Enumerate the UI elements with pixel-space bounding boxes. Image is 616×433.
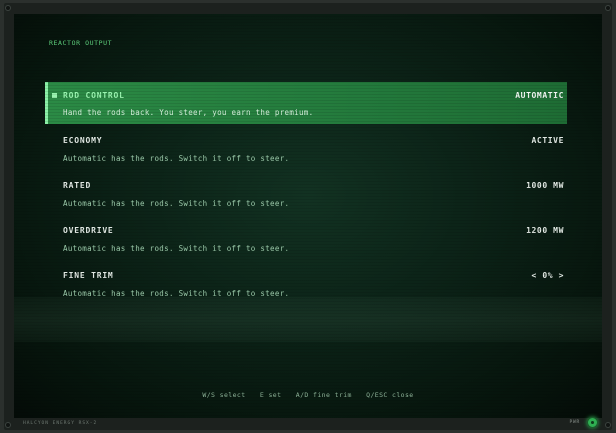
menu-item-label: OVERDRIVE bbox=[63, 226, 114, 235]
hint-close: Q/ESC close bbox=[366, 391, 414, 399]
menu-item-economy[interactable]: ECONOMY ACTIVE Automatic has the rods. S… bbox=[45, 127, 567, 172]
hint-fine-trim: A/D fine trim bbox=[295, 391, 352, 399]
menu-item-label: RATED bbox=[63, 181, 92, 190]
power-label: PWR bbox=[569, 420, 580, 425]
menu-item-overdrive[interactable]: OVERDRIVE 1200 MW Automatic has the rods… bbox=[45, 217, 567, 262]
power-button-icon[interactable] bbox=[587, 417, 598, 428]
menu-item-label: FINE TRIM bbox=[63, 271, 114, 280]
crt-screen: REACTOR OUTPUT ROD CONTROL AUTOMATIC Han… bbox=[14, 14, 602, 418]
menu-item-fine-trim[interactable]: FINE TRIM < 0% > Automatic has the rods.… bbox=[45, 262, 567, 307]
menu-item-value: 1000 MW bbox=[526, 181, 564, 190]
menu-item-label: ROD CONTROL bbox=[63, 91, 125, 100]
menu-item-description: Automatic has the rods. Switch it off to… bbox=[63, 244, 290, 253]
menu-item-description: Hand the rods back. You steer, you earn … bbox=[63, 108, 314, 117]
monitor-footer: HALCYON ENERGY RSX-2 PWR bbox=[14, 417, 602, 430]
menu-item-value: ACTIVE bbox=[531, 136, 564, 145]
menu-item-value: 1200 MW bbox=[526, 226, 564, 235]
menu-item-description: Automatic has the rods. Switch it off to… bbox=[63, 199, 290, 208]
fine-trim-stepper[interactable]: < 0% > bbox=[532, 271, 565, 280]
selection-marker-icon bbox=[52, 93, 57, 98]
menu-item-description: Automatic has the rods. Switch it off to… bbox=[63, 154, 290, 163]
hint-set: E set bbox=[259, 391, 282, 399]
screw-icon bbox=[5, 5, 11, 11]
control-hints: W/S select E set A/D fine trim Q/ESC clo… bbox=[14, 391, 602, 399]
brand-label: HALCYON ENERGY RSX-2 bbox=[23, 421, 98, 426]
menu-item-value: AUTOMATIC bbox=[515, 91, 564, 100]
screen-title: REACTOR OUTPUT bbox=[49, 39, 113, 47]
hint-select: W/S select bbox=[202, 391, 246, 399]
reactor-menu: ROD CONTROL AUTOMATIC Hand the rods back… bbox=[45, 82, 567, 307]
screw-icon bbox=[605, 5, 611, 11]
menu-item-rated[interactable]: RATED 1000 MW Automatic has the rods. Sw… bbox=[45, 172, 567, 217]
screw-icon bbox=[5, 422, 11, 428]
screw-icon bbox=[605, 422, 611, 428]
menu-item-description: Automatic has the rods. Switch it off to… bbox=[63, 289, 290, 298]
menu-item-label: ECONOMY bbox=[63, 136, 103, 145]
menu-item-rod-control[interactable]: ROD CONTROL AUTOMATIC Hand the rods back… bbox=[45, 82, 567, 124]
